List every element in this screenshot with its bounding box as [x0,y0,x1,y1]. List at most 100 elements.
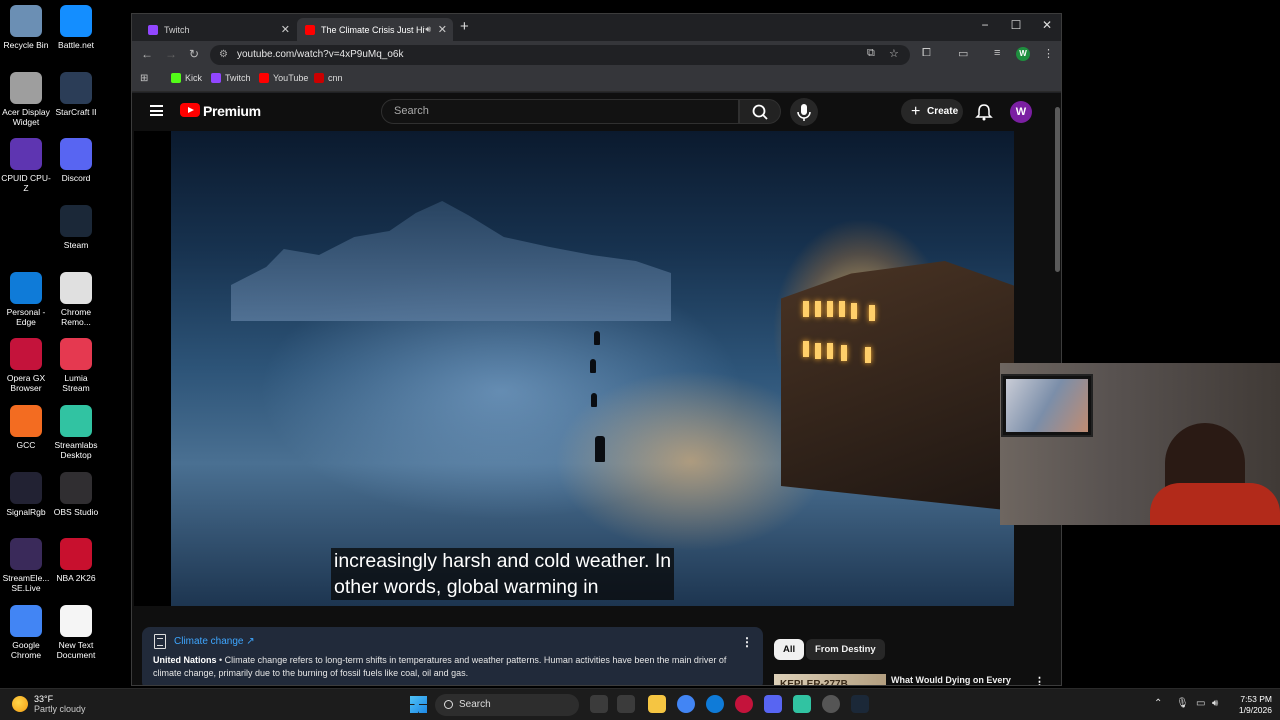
tab-bar: Twitch ✕ The Climate Crisis Just Hit a 🔊… [132,14,1061,41]
address-bar[interactable]: ⚙ youtube.com/watch?v=4xP9uMq_o6k [210,45,910,65]
twitch-favicon-icon [148,24,158,35]
app-icon [60,5,92,37]
new-tab-button[interactable]: + [460,18,469,35]
desktop-icon[interactable]: Streamlabs Desktop [50,405,102,460]
wall-tv [1001,374,1093,437]
chrome-taskbar-icon[interactable] [677,695,695,713]
bookmark-twitch[interactable]: Twitch [211,73,251,83]
taskbar-search[interactable]: Search [435,694,579,716]
desktop-icon[interactable]: OBS Studio [50,472,102,517]
extensions-icon[interactable]: ⧠ [922,47,931,60]
windows-start-icon[interactable] [410,696,427,713]
desktop-icon[interactable]: Personal - Edge [0,272,52,327]
notifications-button[interactable] [975,103,993,126]
voice-search-button[interactable] [790,98,818,126]
steam-taskbar-icon[interactable] [851,695,869,713]
desktop-icon[interactable]: New Text Document [50,605,102,660]
browser-menu-icon[interactable]: ⋮ [1043,47,1054,60]
chip-from-destiny[interactable]: From Destiny [806,639,885,660]
kick-icon [171,73,181,83]
walker-figure [594,331,600,345]
create-button[interactable]: Create [901,99,963,124]
desktop-icon[interactable]: Recycle Bin [0,5,52,50]
widgets-icon[interactable] [617,695,635,713]
desktop-icon-label: Steam [63,240,89,250]
tab-label: Twitch [164,24,190,35]
minimize-button[interactable]: − [970,18,1000,32]
task-view-icon[interactable] [590,695,608,713]
desktop-icon[interactable]: GCC [0,405,52,450]
cnn-icon [314,73,324,83]
desktop-icon[interactable]: CPUID CPU-Z [0,138,52,193]
streamlabs-taskbar-icon[interactable] [793,695,811,713]
file-explorer-icon[interactable] [648,695,666,713]
site-info-icon[interactable]: ⚙ [219,45,228,65]
desktop-icon[interactable]: Steam [50,205,102,250]
app-icon [60,72,92,104]
desktop-icon[interactable]: StreamEle... SE.Live [0,538,52,593]
search-icon [752,104,768,120]
browser-window: Twitch ✕ The Climate Crisis Just Hit a 🔊… [131,13,1062,686]
profile-avatar[interactable]: W [1016,47,1030,61]
desktop-icon[interactable]: Battle.net [50,5,102,50]
discord-taskbar-icon[interactable] [764,695,782,713]
account-avatar[interactable]: W [1010,101,1032,123]
audio-icon[interactable]: 🔊︎ [425,24,431,35]
tab-twitch[interactable]: Twitch ✕ [140,18,296,41]
opera-gx-taskbar-icon[interactable] [735,695,753,713]
video-frame [171,131,1014,606]
desktop-icon[interactable]: Chrome Remo... [50,272,102,327]
desktop-icon[interactable]: StarCraft II [50,72,102,117]
youtube-brand[interactable]: Premium [203,103,261,119]
install-app-icon[interactable]: ⧉ [867,47,875,60]
desktop-icon[interactable]: Google Chrome [0,605,52,660]
app-icon [60,272,92,304]
close-tab-icon[interactable]: ✕ [438,23,447,36]
chip-all[interactable]: All [774,639,805,660]
topic-link[interactable]: Climate change ↗ [174,636,255,647]
recommendation-thumbnail[interactable]: KEPLER-277B [774,674,886,685]
search-input[interactable]: Search [381,99,739,124]
desktop-icon[interactable]: Discord [50,138,102,183]
microphone-tray-icon[interactable]: 🎙︎ [1176,698,1189,709]
reading-list-icon[interactable]: ≡ [994,47,1000,59]
youtube-logo-icon[interactable] [180,103,200,117]
forward-arrow-icon[interactable]: → [165,47,177,61]
back-arrow-icon[interactable]: ← [141,47,153,61]
close-tab-icon[interactable]: ✕ [281,23,290,36]
system-clock[interactable]: 7:53 PM 1/9/2026 [1228,694,1272,716]
desktop-icon[interactable]: Opera GX Browser [0,338,52,393]
bookmark-kick[interactable]: Kick [171,73,202,83]
desktop-icon[interactable]: Acer Display Widget [0,72,52,127]
tab-youtube[interactable]: The Climate Crisis Just Hit a 🔊︎ ✕ [297,18,453,41]
desktop-icon[interactable]: NBA 2K26 [50,538,102,583]
obs-taskbar-icon[interactable] [822,695,840,713]
weather-widget[interactable]: 33°F Partly cloudy [12,694,86,714]
app-icon [10,5,42,37]
menu-icon[interactable] [150,105,163,116]
edge-taskbar-icon[interactable] [706,695,724,713]
volume-icon[interactable]: 🔊︎ [1212,698,1218,709]
desktop-icon[interactable]: SignalRgb [0,472,52,517]
bookmark-youtube[interactable]: YouTube [259,73,308,83]
desktop-icon[interactable]: Lumia Stream [50,338,102,393]
bookmark-cnn[interactable]: cnn [314,73,343,83]
video-player[interactable]: increasingly harsh and cold weather. In … [134,131,1014,606]
tray-overflow-icon[interactable]: ⌃ [1154,698,1162,709]
apps-grid-icon[interactable]: ⊞ [140,73,148,84]
reload-icon[interactable]: ↻ [189,47,199,61]
maximize-button[interactable]: ☐ [1001,18,1031,32]
network-icon[interactable]: ▭ [1196,698,1205,709]
more-options-icon[interactable]: ⋮ [741,635,753,649]
search-button[interactable] [739,99,781,124]
split-view-icon[interactable]: ▭ [958,47,968,60]
video-caption: increasingly harsh and cold weather. In … [331,548,675,600]
desktop-icon-label: Lumia Stream [62,373,90,393]
desktop-icon-label: Chrome Remo... [60,307,92,327]
bookmark-star-icon[interactable]: ☆ [889,47,899,60]
recommendation-title[interactable]: What Would Dying on Every Planet in the … [891,674,1026,685]
lit-palace [781,261,1014,511]
close-window-button[interactable]: ✕ [1032,18,1061,32]
scrollbar-thumb[interactable] [1055,107,1060,272]
recommendation-menu-icon[interactable]: ⋮ [1034,675,1045,685]
